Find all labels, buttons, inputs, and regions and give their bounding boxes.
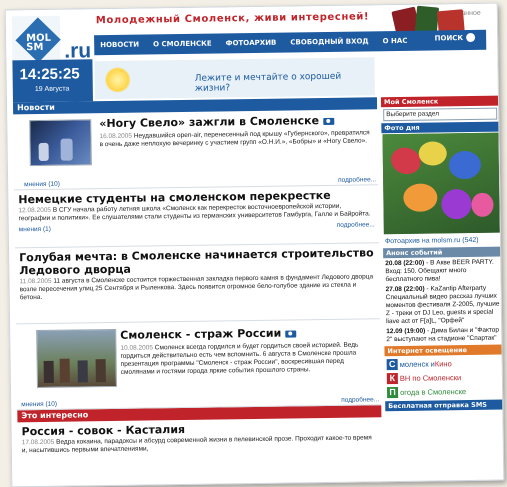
news-meta: мнения (1) подробнее... — [19, 221, 375, 235]
camera-icon — [285, 329, 297, 338]
search-button[interactable]: ПОИСК — [434, 32, 476, 43]
site-slogan: Молодежный Смоленск, живи интересней! — [95, 11, 370, 27]
nav-item-free-entry[interactable]: СВОБОДНЫЙ ВХОД — [290, 37, 368, 46]
more-link[interactable]: подробнее... — [338, 176, 376, 184]
photo-of-day-heading: Фото дня — [381, 121, 500, 134]
partner-link-kvn[interactable]: К ВН по Смоленски — [386, 372, 501, 385]
search-icon — [466, 32, 476, 43]
interesting-item: Россия - совок - Касталия 17.08.2005 Вед… — [17, 417, 381, 455]
more-link[interactable]: подробнее... — [337, 221, 375, 229]
news-item: «Ногу Свело» зажгли в Смоленске 16.08.20… — [13, 109, 379, 191]
news-column: Новости «Ногу Свело» зажгли в Смоленске … — [12, 97, 382, 487]
photo-of-day[interactable] — [382, 132, 500, 235]
banner-text: Лежите и мечтайте о хорошей жизни? — [194, 71, 342, 94]
search-label: ПОИСК — [434, 33, 464, 42]
internet-heading: Интернет освещение — [384, 344, 503, 357]
partner-badge-icon: К — [386, 373, 398, 385]
events-list: 20.08 (22:00) - В Акве BEER PARTY. Вход:… — [383, 257, 502, 347]
event-item[interactable]: 27.08 (22:00) - KaZantip Afterparty Спец… — [386, 285, 501, 327]
camera-icon — [322, 117, 335, 125]
site-logo[interactable]: MOL SM — [11, 15, 61, 65]
sidebar: Мой Смоленск Выберите раздел Фото дня Фо… — [380, 95, 504, 487]
event-item[interactable]: 20.08 (22:00) - В Акве BEER PARTY. Вход:… — [385, 259, 499, 285]
news-item: Голубая мечта: в Смоленске начинается ст… — [15, 243, 381, 325]
news-summary: 16.08.2005 Неудавшийся open-air, перенес… — [99, 129, 370, 149]
news-item: Смоленск - страж России 10.08.2005 Смоле… — [16, 319, 382, 411]
comments-link[interactable]: мнения (10) — [24, 181, 60, 188]
nav-item-about-us[interactable]: О НАС — [383, 37, 408, 45]
partner-link-weather[interactable]: П огода в Смоленске — [386, 386, 501, 399]
more-link[interactable]: подробнее... — [341, 396, 379, 404]
current-date: 19 Августа — [34, 85, 70, 94]
partner-badge-icon: П — [386, 387, 399, 399]
partner-link-cinema[interactable]: С моленск и Кино — [386, 358, 501, 371]
clock-panel: 14:25:25 19 Августа — [12, 59, 93, 103]
news-item: Немецкие студенты на смоленском перекрес… — [14, 185, 379, 249]
event-item[interactable]: 12.09 (19:00) - Дима Билан и "Фактор 2" … — [386, 327, 500, 345]
main-nav: НОВОСТИ О СМОЛЕНСКЕ ФОТОАРХИВ СВОБОДНЫЙ … — [94, 29, 487, 56]
partner-label: моленск и — [399, 359, 435, 369]
news-title[interactable]: «Ногу Свело» зажгли в Смоленске — [99, 113, 371, 130]
news-thumbnail[interactable] — [29, 119, 92, 167]
sms-heading: Бесплатная отправка SMS — [385, 399, 504, 412]
news-title[interactable]: Голубая мечта: в Смоленске начинается ст… — [19, 246, 375, 277]
top-banner[interactable]: Лежите и мечтайте о хорошей жизни? — [94, 57, 375, 100]
partner-label: огода в Смоленске — [400, 387, 467, 397]
current-time: 14:25:25 — [19, 65, 80, 84]
news-summary: 10.08.2005 Смоленск всегда гордился и бу… — [120, 341, 359, 376]
section-select[interactable]: Выберите раздел — [383, 107, 498, 122]
nav-item-photoarchive[interactable]: ФОТОАРХИВ — [226, 39, 277, 48]
nav-item-news[interactable]: НОВОСТИ — [100, 41, 139, 50]
partner-label-accent: Кино — [434, 359, 452, 369]
page-frame: MOL SM .ru Молодежный Смоленск, живи инт… — [4, 2, 505, 487]
logo-text: MOL SM — [26, 32, 51, 54]
comments-link[interactable]: мнения (1) — [19, 226, 51, 233]
partner-label: ВН по Смоленски — [399, 373, 462, 383]
sun-icon — [104, 66, 131, 94]
partner-badge-icon: С — [386, 359, 398, 371]
nav-item-about-smolensk[interactable]: О СМОЛЕНСКЕ — [153, 40, 212, 49]
news-summary: 11.08.2005 11 августа в Смоленске состои… — [19, 273, 374, 302]
news-thumbnail[interactable] — [36, 328, 117, 389]
news-title[interactable]: Смоленск - страж России — [120, 325, 376, 342]
comments-link[interactable]: мнения (10) — [21, 401, 57, 408]
my-smolensk-heading: Мой Смоленск — [380, 95, 500, 108]
